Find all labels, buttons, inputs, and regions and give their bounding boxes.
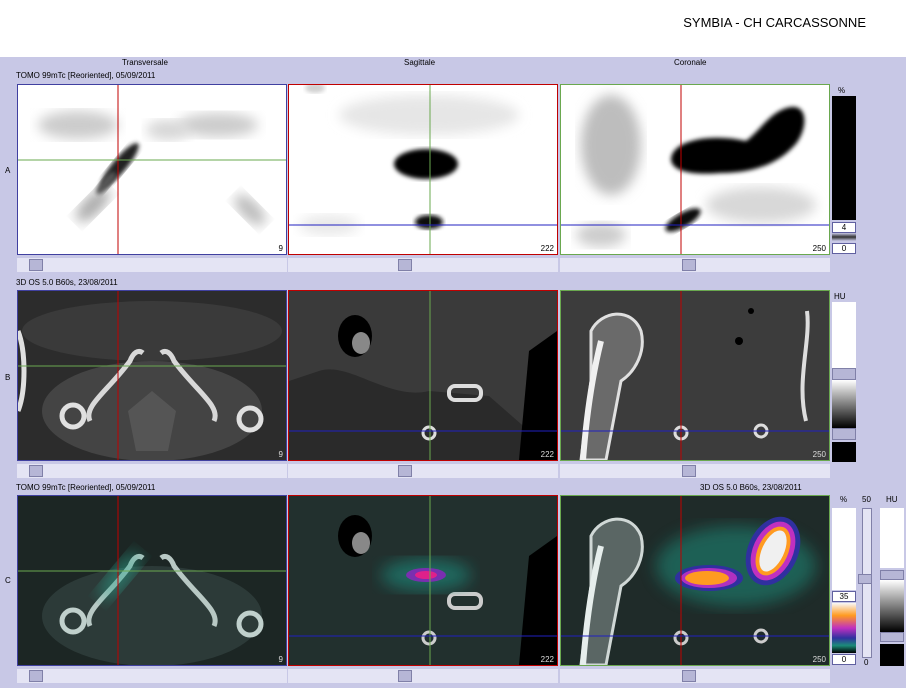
column-header-coronale: Coronale [674,58,707,67]
viewport-c-sagittale[interactable]: 222 [288,495,558,666]
colorbar-c-hu-slider-top[interactable] [880,570,904,580]
column-header-transversale: Transversale [122,58,168,67]
colorbar-b-slider-top[interactable] [832,368,856,380]
row-c-label: C [5,576,11,585]
blend-slider-min: 0 [864,658,869,667]
scrollbar-c-transversale[interactable] [17,669,287,683]
row-a-series-label: TOMO 99mTc [Reoriented], 05/09/2011 [16,71,156,80]
colorbar-c-fifty: 50 [862,495,871,504]
slice-number: 222 [540,655,554,664]
slice-number: 222 [540,450,554,459]
slice-number: 250 [812,655,826,664]
row-c-series-left: TOMO 99mTc [Reoriented], 05/09/2011 [16,483,156,492]
viewport-b-coronale[interactable]: 250 [560,290,830,461]
viewport-a-coronale[interactable]: 250 [560,84,830,255]
colorbar-a-min[interactable]: 0 [832,243,856,254]
row-a-label: A [5,166,11,175]
viewport-b-sagittale[interactable]: 222 [288,290,558,461]
colorbar-b-lower [832,442,856,462]
scrollbar-a-transversale[interactable] [17,258,287,272]
scrollbar-b-coronale[interactable] [560,464,830,478]
colorbar-c-hu[interactable] [880,580,904,632]
colorbar-c-hu-unit: HU [886,495,898,504]
row-b-series-label: 3D OS 5.0 B60s, 23/08/2011 [16,278,118,287]
colorbar-c-hu-upper [880,508,904,568]
viewport-a-sagittale[interactable]: 222 [288,84,558,255]
colorbar-a[interactable] [832,96,856,220]
viewport-c-coronale[interactable]: 250 [560,495,830,666]
viewport-c-transversale[interactable]: 9 [17,495,287,666]
scrollbar-b-transversale[interactable] [17,464,287,478]
viewport-a-transversale[interactable]: 9 [17,84,287,255]
colorbar-c-hu-slider-bottom[interactable] [880,632,904,642]
colorbar-a-unit: % [838,86,846,95]
slice-number: 250 [812,450,826,459]
colorbar-b-slider-bottom[interactable] [832,428,856,440]
colorbar-b[interactable] [832,380,856,428]
colorbar-c-pct-unit: % [840,495,848,504]
colorbar-a-slider[interactable] [832,233,856,241]
row-b-label: B [5,373,11,382]
slice-number: 9 [278,450,283,459]
scrollbar-a-sagittale[interactable] [288,258,558,272]
slice-number: 9 [278,655,283,664]
row-c-series-right: 3D OS 5.0 B60s, 23/08/2011 [700,483,802,492]
slice-number: 222 [540,244,554,253]
viewport-b-transversale[interactable]: 9 [17,290,287,461]
scrollbar-a-coronale[interactable] [560,258,830,272]
colorbar-c-value[interactable]: 35 [832,591,856,602]
slice-number: 9 [278,244,283,253]
blend-slider-thumb[interactable] [858,574,872,584]
colorbar-c-upper [832,508,856,590]
scrollbar-b-sagittale[interactable] [288,464,558,478]
institution-title: SYMBIA - CH CARCASSONNE [683,15,866,30]
title-bar: SYMBIA - CH CARCASSONNE [0,0,906,57]
colorbar-b-upper [832,302,856,374]
colorbar-a-value[interactable]: 4 [832,222,856,233]
column-header-sagittale: Sagittale [404,58,436,67]
colorbar-b-unit: HU [834,292,846,301]
colorbar-c-min[interactable]: 0 [832,654,856,665]
colorbar-c-hu-lower [880,644,904,666]
colorbar-c[interactable] [832,603,856,653]
scrollbar-c-coronale[interactable] [560,669,830,683]
scrollbar-c-sagittale[interactable] [288,669,558,683]
slice-number: 250 [812,244,826,253]
